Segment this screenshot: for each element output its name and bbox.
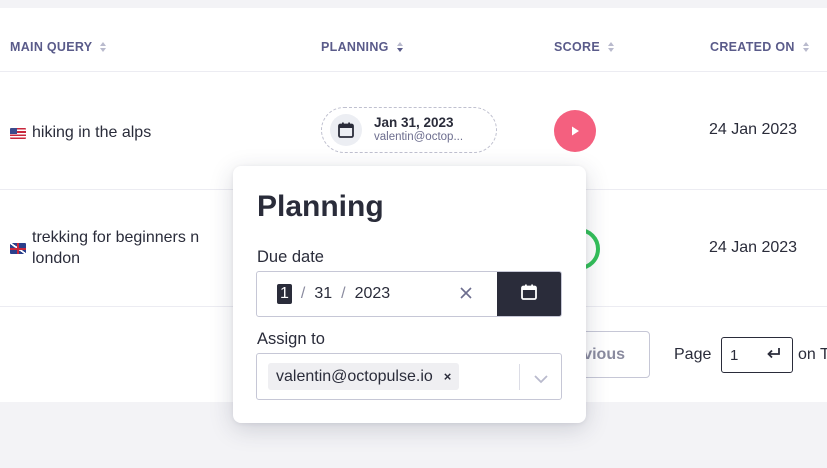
due-date-label: Due date (257, 248, 324, 266)
planning-pill[interactable]: Jan 31, 2023 valentin@octop... (321, 107, 497, 153)
date-month-segment[interactable]: 1 (277, 284, 292, 304)
uk-flag-icon (10, 243, 26, 254)
header-divider (0, 71, 827, 72)
enter-return-icon[interactable] (766, 346, 782, 364)
due-date-input[interactable]: 1 / 31 / 2023 (256, 271, 562, 317)
assign-to-select[interactable]: valentin@octopulse.io × (256, 353, 562, 400)
page-number-input[interactable]: 1 (721, 337, 793, 373)
planning-popover: Planning Due date 1 / 31 / 2023 Assign t… (233, 166, 586, 423)
us-flag-icon (10, 128, 26, 139)
select-divider (519, 364, 520, 390)
chevron-down-icon[interactable] (533, 371, 549, 389)
assignee-chip: valentin@octopulse.io × (268, 363, 460, 390)
popover-title: Planning (257, 190, 384, 223)
page-label: Page (674, 346, 712, 363)
calendar-icon (520, 283, 538, 306)
play-icon[interactable] (554, 110, 596, 152)
assign-to-label: Assign to (257, 330, 325, 348)
sort-icon (396, 42, 403, 52)
header-created-on[interactable]: CREATED ON (710, 40, 809, 54)
popover-arrow (397, 157, 415, 166)
query-cell[interactable]: trekking for beginners n london (10, 227, 199, 269)
total-pages-label: on T (798, 346, 827, 363)
header-main-query[interactable]: MAIN QUERY (10, 40, 107, 54)
planning-user: valentin@octop... (374, 131, 464, 143)
planning-date: Jan 31, 2023 (374, 115, 454, 130)
clear-date-icon[interactable] (459, 286, 473, 305)
header-score[interactable]: SCORE (554, 40, 614, 54)
date-day-segment[interactable]: 31 (314, 285, 332, 303)
calendar-icon (330, 114, 362, 146)
created-on-cell: 24 Jan 2023 (709, 121, 798, 138)
remove-assignee-icon[interactable]: × (444, 369, 452, 384)
sort-icon (607, 42, 614, 52)
sort-icon (100, 42, 107, 52)
header-planning[interactable]: PLANNING (321, 40, 403, 54)
date-year-segment[interactable]: 2023 (355, 285, 391, 303)
top-strip (0, 0, 827, 8)
sort-icon (802, 42, 809, 52)
open-calendar-button[interactable] (497, 272, 561, 316)
created-on-cell: 24 Jan 2023 (709, 239, 798, 256)
query-cell[interactable]: hiking in the alps (10, 122, 151, 143)
